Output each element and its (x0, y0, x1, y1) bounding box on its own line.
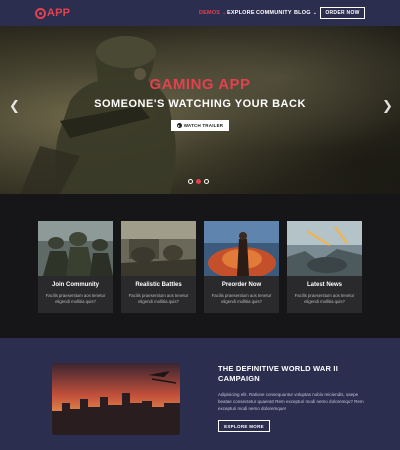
feature-image (204, 221, 279, 276)
nav-item-community[interactable]: COMMUNITY (256, 10, 292, 16)
campaign-text: Adipisicing elit. Ratione consequuntur v… (218, 392, 364, 411)
top-navbar: APP DEMOS ⌄ EXPLORE COMMUNITY BLOG ⌄ ORD… (0, 0, 400, 26)
feature-title: Realistic Battles (135, 282, 182, 288)
feature-title: Join Community (51, 282, 99, 288)
soldier-image (20, 36, 176, 194)
hero-title: GAMING APP (149, 76, 251, 93)
feature-title: Latest News (306, 282, 342, 288)
explore-more-button[interactable]: EXPLORE MORE (218, 420, 270, 432)
feature-card-preorder[interactable]: Preorder Now Facilis praesentium aos ten… (204, 221, 279, 313)
chevron-left-icon[interactable]: ❮ (9, 98, 20, 114)
feature-title: Preorder Now (221, 282, 262, 288)
features-section: Join Community Facilis praesentium aos t… (0, 194, 400, 338)
nav-item-label: COMMUNITY (256, 10, 292, 16)
campaign-title: THE DEFINITIVE WORLD WAR II CAMPAIGN (218, 364, 338, 383)
nav-item-label: DEMOS (199, 10, 221, 16)
watch-trailer-label: WATCH TRAILER (183, 123, 224, 128)
nav-item-blog[interactable]: BLOG ⌄ (294, 10, 317, 16)
nav-item-explore[interactable]: EXPLORE (227, 10, 255, 16)
slider-dot-active[interactable] (196, 179, 201, 184)
feature-text: Facilis praesentium aos tenetur eligendi… (128, 293, 189, 304)
feature-text: Facilis praesentium aos tenetur eligendi… (211, 293, 272, 304)
logo[interactable]: APP (35, 6, 70, 20)
feature-card-news[interactable]: Latest News Facilis praesentium aos tene… (287, 221, 362, 313)
hero-subtitle: SOMEONE'S WATCHING YOUR BACK (94, 98, 306, 110)
feature-image (121, 221, 196, 276)
feature-image (287, 221, 362, 276)
slider-dot[interactable] (204, 179, 209, 184)
nav-item-label: EXPLORE (227, 10, 255, 16)
slider-dot[interactable] (188, 179, 193, 184)
campaign-image (52, 363, 180, 435)
watch-trailer-button[interactable]: WATCH TRAILER (171, 120, 229, 131)
feature-image (38, 221, 113, 276)
slider-dots (188, 179, 209, 184)
hero-slider: GAMING APP SOMEONE'S WATCHING YOUR BACK … (0, 26, 400, 194)
play-icon (176, 123, 182, 128)
feature-card-battles[interactable]: Realistic Battles Facilis praesentium ao… (121, 221, 196, 313)
logo-text: APP (47, 7, 71, 19)
feature-text: Facilis praesentium aos tenetur eligendi… (294, 293, 355, 304)
chevron-down-icon: ⌄ (222, 9, 227, 16)
chevron-down-icon: ⌄ (312, 9, 318, 16)
nav-item-label: BLOG (294, 10, 311, 16)
nav-item-demos[interactable]: DEMOS ⌄ (199, 10, 227, 16)
feature-card-community[interactable]: Join Community Facilis praesentium aos t… (38, 221, 113, 313)
order-now-button[interactable]: ORDER NOW (320, 7, 365, 19)
campaign-section: THE DEFINITIVE WORLD WAR II CAMPAIGN Adi… (0, 338, 400, 450)
logo-icon (35, 7, 46, 19)
chevron-right-icon[interactable]: ❯ (382, 98, 393, 114)
feature-text: Facilis praesentium aos tenetur eligendi… (45, 293, 106, 304)
